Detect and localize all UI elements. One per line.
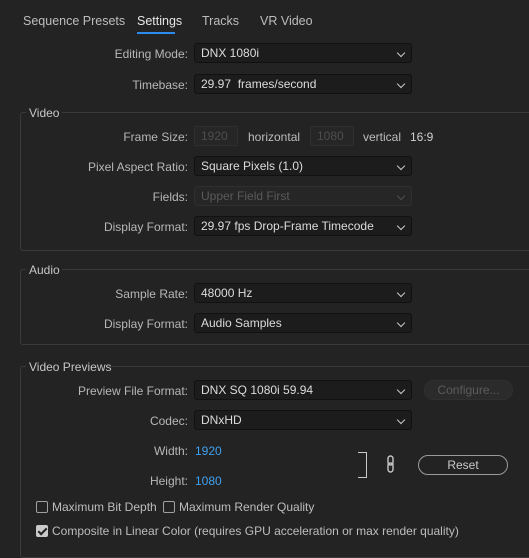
- chevron-down-icon: [396, 79, 406, 89]
- pixel-aspect-label: Pixel Aspect Ratio:: [87, 160, 188, 174]
- configure-button: Configure...: [424, 380, 513, 400]
- link-bracket: [358, 452, 367, 478]
- chevron-down-icon: [396, 415, 406, 425]
- video-display-format-select[interactable]: 29.97 fps Drop-Frame Timecode: [194, 216, 412, 236]
- chevron-down-icon: [396, 221, 406, 231]
- audio-section-title: Audio: [29, 263, 60, 277]
- timebase-value: 29.97 frames/second: [201, 77, 317, 91]
- codec-value: DNxHD: [201, 413, 242, 427]
- codec-label: Codec:: [149, 414, 188, 428]
- video-section-title: Video: [29, 106, 60, 120]
- preview-format-label: Preview File Format:: [77, 384, 188, 398]
- video-display-format-label: Display Format:: [103, 220, 188, 234]
- chain-link-icon[interactable]: [385, 455, 397, 476]
- preview-format-select[interactable]: DNX SQ 1080i 59.94: [194, 380, 412, 400]
- frame-width-input[interactable]: 1920: [194, 126, 238, 146]
- horizontal-label: horizontal: [248, 130, 301, 144]
- vertical-label: vertical: [363, 130, 402, 144]
- height-value[interactable]: 1080: [195, 474, 222, 488]
- frame-size-label: Frame Size:: [123, 130, 188, 144]
- audio-section: [20, 269, 529, 345]
- sample-rate-label: Sample Rate:: [115, 287, 188, 301]
- linear-color-checkbox[interactable]: [36, 525, 48, 537]
- video-display-format-value: 29.97 fps Drop-Frame Timecode: [201, 219, 374, 233]
- fields-value: Upper Field First: [201, 189, 290, 203]
- timebase-label: Timebase:: [132, 78, 188, 92]
- editing-mode-label: Editing Mode:: [114, 47, 188, 61]
- audio-display-format-value: Audio Samples: [201, 316, 282, 330]
- tab-settings[interactable]: Settings: [137, 14, 182, 28]
- active-tab-indicator: [137, 32, 175, 34]
- fields-select: Upper Field First: [194, 186, 412, 206]
- audio-display-format-label: Display Format:: [103, 317, 188, 331]
- sample-rate-select[interactable]: 48000 Hz: [194, 283, 412, 303]
- timebase-select[interactable]: 29.97 frames/second: [194, 74, 412, 94]
- width-label: Width:: [153, 444, 188, 458]
- chevron-down-icon: [396, 318, 406, 328]
- editing-mode-value: DNX 1080i: [201, 46, 260, 60]
- chevron-down-icon: [396, 161, 406, 171]
- linear-color-label[interactable]: Composite in Linear Color (requires GPU …: [52, 524, 459, 538]
- tab-tracks[interactable]: Tracks: [202, 14, 239, 28]
- codec-select[interactable]: DNxHD: [194, 410, 412, 430]
- frame-height-input[interactable]: 1080: [310, 126, 354, 146]
- reset-button[interactable]: Reset: [418, 455, 508, 475]
- max-bit-depth-label[interactable]: Maximum Bit Depth: [52, 500, 157, 514]
- sample-rate-value: 48000 Hz: [201, 286, 253, 300]
- tab-vr-video[interactable]: VR Video: [260, 14, 313, 28]
- chevron-down-icon: [396, 48, 406, 58]
- fields-label: Fields:: [152, 190, 188, 204]
- aspect-ratio-value: 16:9: [410, 130, 434, 144]
- max-render-quality-checkbox[interactable]: [163, 501, 175, 513]
- max-bit-depth-checkbox[interactable]: [36, 501, 48, 513]
- width-value[interactable]: 1920: [195, 444, 222, 458]
- chevron-down-icon: [396, 191, 406, 201]
- chevron-down-icon: [396, 385, 406, 395]
- audio-display-format-select[interactable]: Audio Samples: [194, 313, 412, 333]
- max-render-quality-label[interactable]: Maximum Render Quality: [179, 500, 314, 514]
- tab-sequence-presets[interactable]: Sequence Presets: [23, 14, 125, 28]
- pixel-aspect-value: Square Pixels (1.0): [201, 159, 304, 173]
- video-previews-section-title: Video Previews: [29, 360, 112, 374]
- editing-mode-select[interactable]: DNX 1080i: [194, 43, 412, 63]
- chevron-down-icon: [396, 288, 406, 298]
- height-label: Height:: [149, 474, 188, 488]
- pixel-aspect-select[interactable]: Square Pixels (1.0): [194, 156, 412, 176]
- preview-format-value: DNX SQ 1080i 59.94: [201, 383, 314, 397]
